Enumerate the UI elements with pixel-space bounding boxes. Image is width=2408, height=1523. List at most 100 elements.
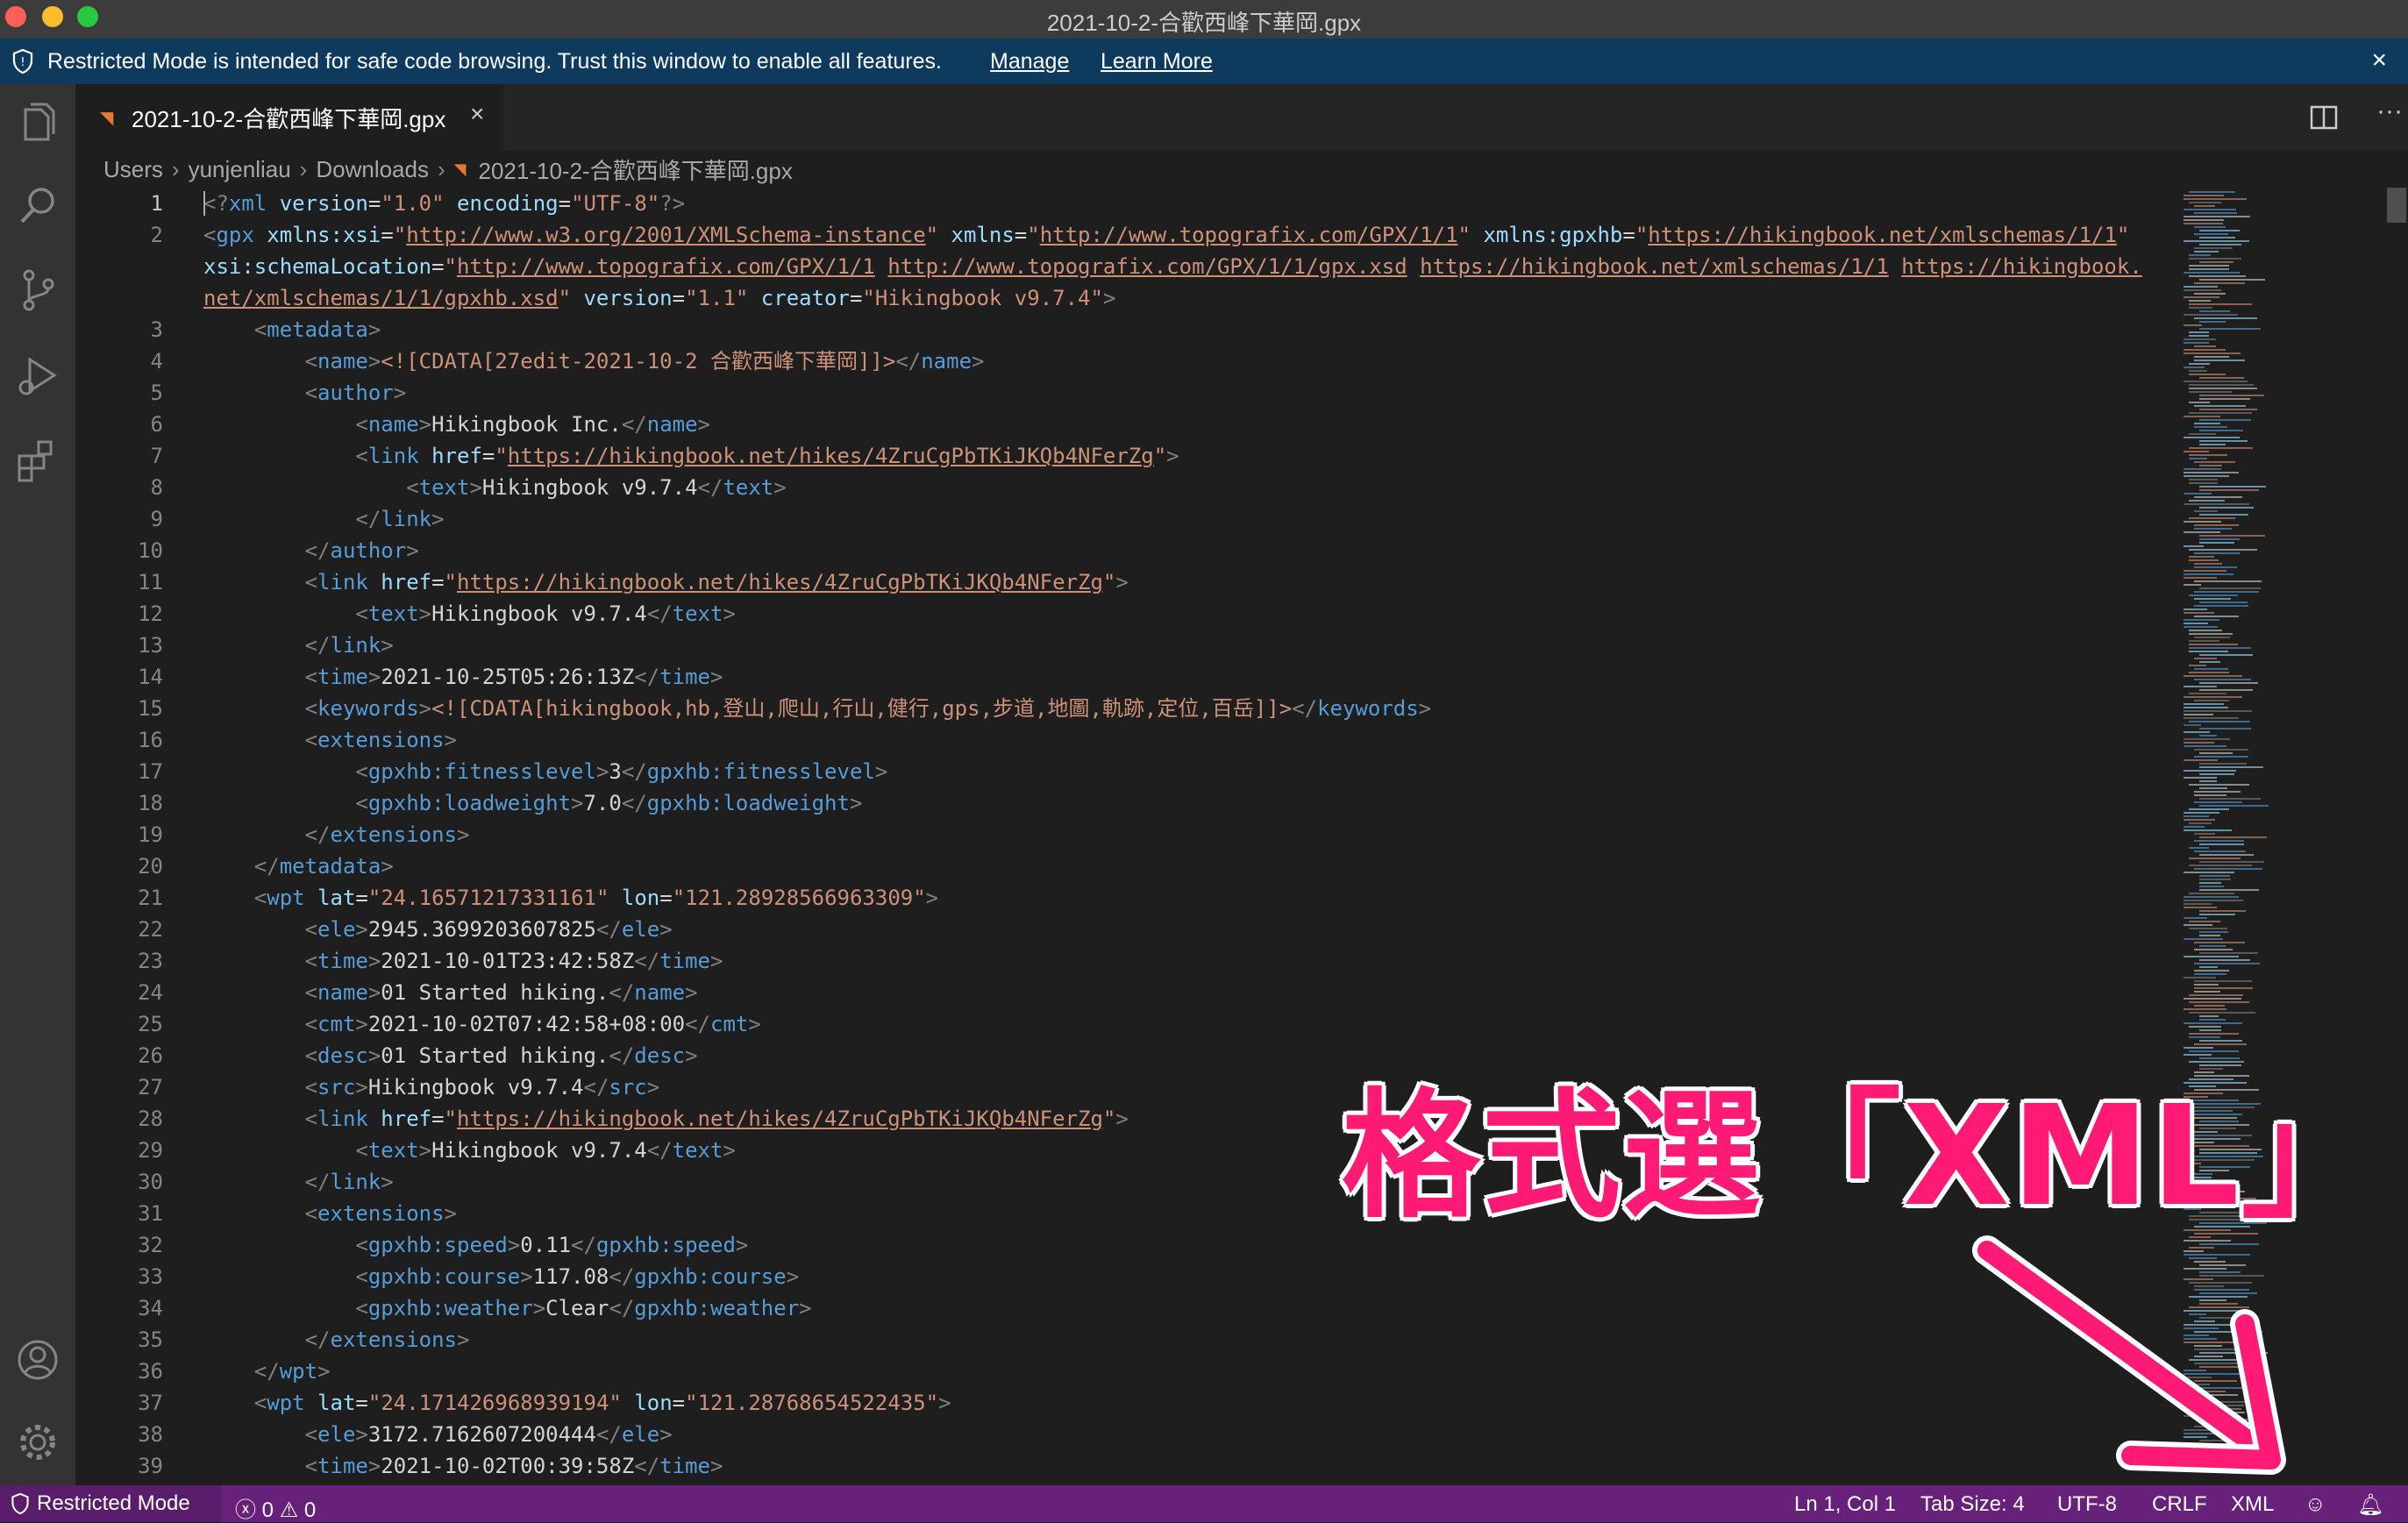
minimap-line: [2194, 668, 2228, 670]
code-line[interactable]: <time>2021-10-25T05:26:13Z</time>: [203, 661, 723, 693]
code-line[interactable]: </link>: [203, 1166, 394, 1198]
close-banner-button[interactable]: ×: [2371, 46, 2387, 75]
more-actions-icon[interactable]: ···: [2376, 96, 2403, 126]
code-line[interactable]: </link>: [203, 630, 394, 661]
code-line[interactable]: <keywords><![CDATA[hikingbook,hb,登山,爬山,行…: [203, 693, 1432, 724]
code-token: link: [367, 444, 419, 468]
restricted-mode-status[interactable]: Restricted Mode: [0, 1485, 221, 1522]
language-mode[interactable]: XML: [2231, 1492, 2274, 1517]
manage-link[interactable]: Manage: [990, 49, 1069, 75]
code-token[interactable]: https://hikingbook.net/xmlschemas/1/1: [1420, 254, 1889, 279]
code-line[interactable]: <gpxhb:speed>0.11</gpxhb:speed>: [203, 1229, 748, 1261]
learn-more-link[interactable]: Learn More: [1101, 49, 1213, 75]
code-line[interactable]: <text>Hikingbook v9.7.4</text>: [203, 598, 736, 630]
code-line[interactable]: <metadata>: [203, 314, 381, 345]
code-line[interactable]: <gpxhb:loadweight>7.0</gpxhb:loadweight>: [203, 787, 862, 819]
code-token[interactable]: http://www.topografix.com/GPX/1/1/gpx.xs…: [887, 254, 1407, 279]
code-token[interactable]: https://hikingbook.net/hikes/4ZruCgPbTKi…: [457, 1107, 1103, 1131]
code-line[interactable]: <extensions>: [203, 1198, 457, 1229]
scrollbar-thumb[interactable]: [2387, 188, 2406, 223]
code-line[interactable]: <author>: [203, 377, 407, 409]
code-line[interactable]: <time>2021-10-01T23:42:58Z</time>: [203, 945, 723, 977]
code-line[interactable]: </link>: [203, 503, 444, 535]
cursor-position[interactable]: Ln 1, Col 1: [1794, 1492, 1896, 1517]
code-token: =: [849, 286, 863, 310]
notifications-bell-icon[interactable]: 🔔︎: [2357, 1492, 2383, 1518]
breadcrumb-file[interactable]: 2021-10-2-合歡西峰下華岡.gpx: [479, 153, 793, 186]
code-line[interactable]: <ele>3172.7162607200444</ele>: [203, 1419, 673, 1450]
code-line[interactable]: <extensions>: [203, 724, 457, 756]
code-token: wpt: [279, 1359, 318, 1384]
code-line[interactable]: <src>Hikingbook v9.7.4</src>: [203, 1071, 660, 1103]
code-line[interactable]: </extensions>: [203, 819, 470, 850]
code-line[interactable]: <wpt lat="24.16571217331161" lon="121.28…: [203, 882, 938, 914]
account-icon[interactable]: [0, 1322, 75, 1398]
code-token: >: [646, 1075, 660, 1100]
tab-gpx-file[interactable]: ◥ 2021-10-2-合歡西峰下華岡.gpx ×: [75, 84, 503, 151]
code-token: xml: [228, 191, 267, 216]
code-line[interactable]: <gpxhb:fitnesslevel>3</gpxhb:fitnessleve…: [203, 756, 887, 787]
breadcrumb-users[interactable]: Users: [103, 156, 163, 183]
code-line[interactable]: <desc>01 Started hiking.</desc>: [203, 1040, 698, 1071]
code-line[interactable]: <text>Hikingbook v9.7.4</text>: [203, 1135, 736, 1166]
code-token: </: [685, 1012, 710, 1036]
code-line[interactable]: <name><![CDATA[27edit-2021-10-2 合歡西峰下華岡]…: [203, 345, 985, 377]
search-icon[interactable]: [0, 168, 75, 244]
code-token[interactable]: http://www.topografix.com/GPX/1/1: [1040, 223, 1458, 247]
vertical-scrollbar[interactable]: [2385, 188, 2408, 1485]
end-of-line[interactable]: CRLF: [2152, 1492, 2207, 1517]
file-encoding[interactable]: UTF-8: [2057, 1492, 2117, 1517]
code-token[interactable]: https://hikingbook.net/hikes/4ZruCgPbTKi…: [457, 570, 1103, 594]
code-line[interactable]: <link href="https://hikingbook.net/hikes…: [203, 440, 1179, 472]
code-line[interactable]: <gpxhb:course>117.08</gpxhb:course>: [203, 1261, 799, 1292]
breadcrumb-yunjenliau[interactable]: yunjenliau: [189, 156, 291, 183]
code-line[interactable]: xsi:schemaLocation="http://www.topografi…: [203, 251, 2142, 282]
code-token: >: [367, 1043, 381, 1068]
extensions-icon[interactable]: [0, 423, 75, 498]
breadcrumb-downloads[interactable]: Downloads: [316, 156, 429, 183]
run-debug-icon[interactable]: [0, 338, 75, 414]
code-line[interactable]: </metadata>: [203, 850, 394, 882]
tab-size[interactable]: Tab Size: 4: [1920, 1492, 2025, 1517]
explorer-icon[interactable]: [0, 84, 75, 160]
code-line[interactable]: <cmt>2021-10-02T07:42:58+08:00</cmt>: [203, 1008, 761, 1040]
line-number: 9: [150, 507, 163, 531]
code-token[interactable]: http://www.w3.org/2001/XMLSchema-instanc…: [406, 223, 925, 247]
settings-gear-icon[interactable]: [0, 1405, 75, 1480]
code-line[interactable]: <gpx xmlns:xsi="http://www.w3.org/2001/X…: [203, 219, 2129, 251]
code-line[interactable]: <gpxhb:weather>Clear</gpxhb:weather>: [203, 1292, 811, 1324]
minimap-line: [2199, 328, 2261, 330]
code-line[interactable]: <?xml version="1.0" encoding="UTF-8"?>: [203, 188, 685, 219]
code-editor[interactable]: 1 2 3 4 5 6 7 8 9 10 11 12 13 14 15 16 17 18 19 20 21 22 23 24 2…: [75, 188, 2175, 1485]
source-control-icon[interactable]: [0, 253, 75, 328]
code-line[interactable]: <text>Hikingbook v9.7.4</text>: [203, 472, 787, 503]
line-number: 31: [138, 1201, 163, 1226]
code-token[interactable]: http://www.topografix.com/GPX/1/1: [457, 254, 875, 279]
code-token[interactable]: net/xmlschemas/1/1/gpxhb.xsd: [203, 286, 559, 310]
close-tab-icon[interactable]: ×: [470, 100, 484, 128]
code-line[interactable]: <time>2021-10-02T00:39:58Z</time>: [203, 1450, 723, 1482]
code-line[interactable]: net/xmlschemas/1/1/gpxhb.xsd" version="1…: [203, 282, 1115, 314]
split-editor-icon[interactable]: [2308, 102, 2340, 133]
code-line[interactable]: <wpt lat="24.171426968939194" lon="121.2…: [203, 1387, 951, 1419]
minimap-line: [2199, 787, 2227, 789]
problems-status[interactable]: ⓧ 0 ⚠ 0: [235, 1492, 316, 1523]
code-line[interactable]: </extensions>: [203, 1324, 470, 1356]
minimap-line: [2184, 872, 2234, 873]
code-line[interactable]: <link href="https://hikingbook.net/hikes…: [203, 1103, 1129, 1135]
code-token[interactable]: https://hikingbook.net/hikes/4ZruCgPbTKi…: [508, 444, 1154, 468]
code-line[interactable]: <name>01 Started hiking.</name>: [203, 977, 698, 1008]
code-line[interactable]: </author>: [203, 535, 419, 566]
code-line[interactable]: </wpt>: [203, 1356, 331, 1387]
code-token: lon: [634, 1391, 673, 1415]
code-token[interactable]: https://hikingbook.: [1901, 254, 2142, 279]
minimap-line: [2184, 342, 2209, 344]
code-line[interactable]: <name>Hikingbook Inc.</name>: [203, 409, 710, 440]
code-line[interactable]: <ele>2945.3699203607825</ele>: [203, 914, 673, 945]
feedback-icon[interactable]: ☺: [2305, 1492, 2326, 1517]
status-bar: Restricted Mode ⓧ 0 ⚠ 0 Ln 1, Col 1 Tab …: [0, 1485, 2408, 1522]
code-line[interactable]: <link href="https://hikingbook.net/hikes…: [203, 566, 1129, 598]
code-token[interactable]: https://hikingbook.net/xmlschemas/1/1: [1648, 223, 2117, 247]
